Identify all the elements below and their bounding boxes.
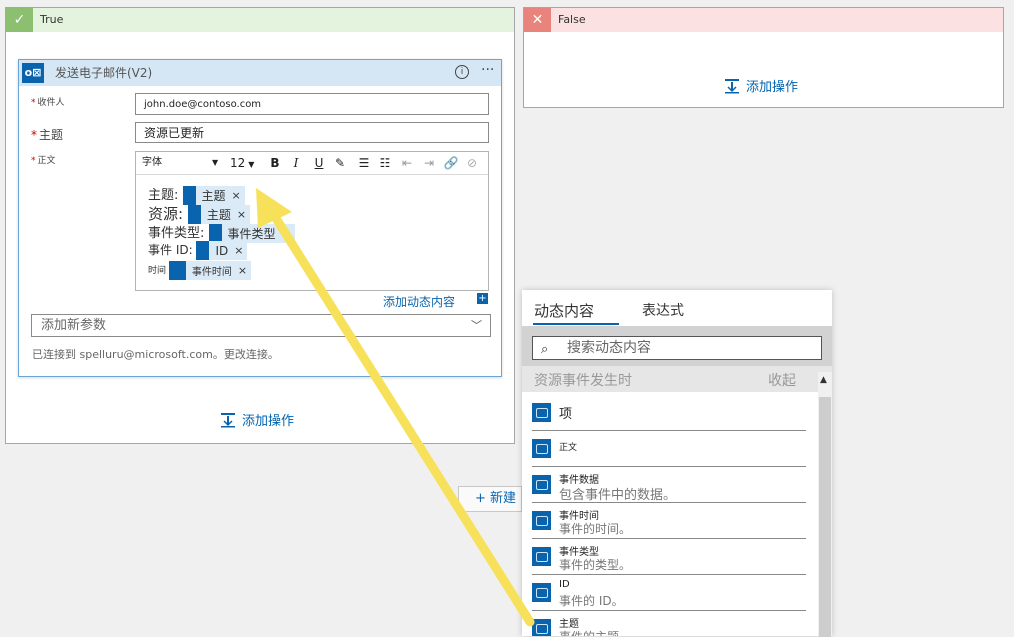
annotation-arrow: [256, 188, 535, 627]
